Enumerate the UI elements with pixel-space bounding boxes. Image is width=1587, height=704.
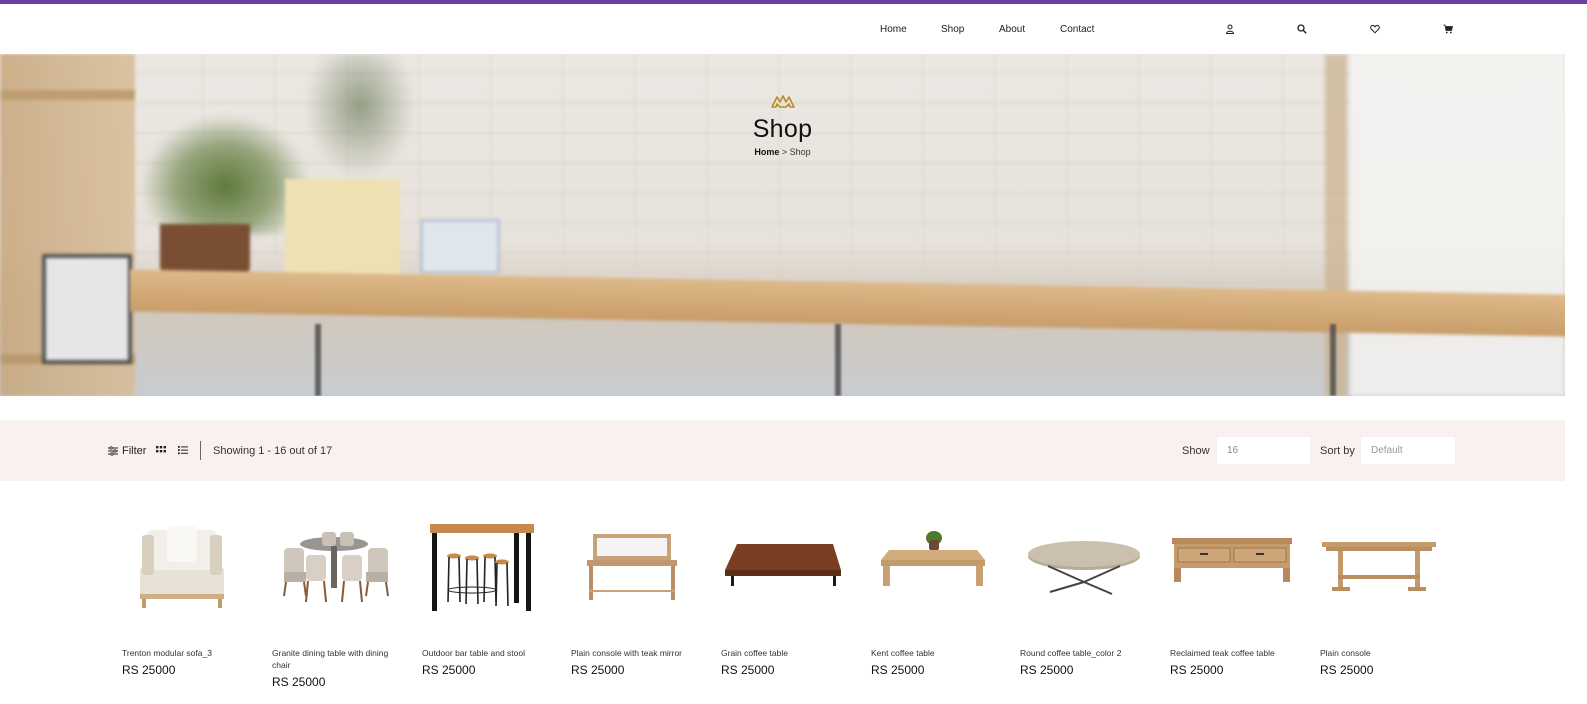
product-price: RS 25000 bbox=[1170, 663, 1224, 677]
product-name: Plain console with teak mirror bbox=[571, 648, 683, 658]
nav-shop-link[interactable]: Shop bbox=[941, 24, 964, 35]
user-icon[interactable] bbox=[1225, 4, 1235, 54]
page-title: Shop bbox=[752, 115, 813, 143]
product-price: RS 25000 bbox=[871, 663, 925, 677]
filter-button[interactable]: Filter bbox=[108, 420, 146, 481]
product-card[interactable]: Round coffee table_color 2 RS 25000 bbox=[1020, 520, 1150, 677]
hero-banner: Shop Home > Shop bbox=[0, 54, 1565, 396]
filter-toolbar: Filter Showing 1 - 16 out of 17 Show 16 … bbox=[0, 420, 1565, 481]
search-icon[interactable] bbox=[1297, 4, 1307, 54]
heart-icon[interactable] bbox=[1370, 4, 1380, 54]
product-image bbox=[587, 534, 677, 600]
product-card[interactable]: Granite dining table with dining chair R… bbox=[272, 520, 402, 689]
sort-label: Sort by bbox=[1320, 444, 1355, 457]
product-price: RS 25000 bbox=[272, 675, 326, 689]
product-name: Trenton modular sofa_3 bbox=[122, 648, 212, 658]
product-image bbox=[1028, 541, 1140, 595]
product-image bbox=[430, 524, 534, 611]
filter-sliders-icon bbox=[108, 445, 118, 456]
results-count: Showing 1 - 16 out of 17 bbox=[213, 444, 333, 457]
product-name: Grain coffee table bbox=[721, 648, 788, 658]
product-name: Round coffee table_color 2 bbox=[1020, 648, 1122, 658]
product-price: RS 25000 bbox=[122, 663, 176, 677]
product-name: Outdoor bar table and stool bbox=[422, 648, 526, 658]
product-card[interactable]: Reclaimed teak coffee table RS 25000 bbox=[1170, 520, 1300, 677]
list-view-icon[interactable] bbox=[178, 445, 188, 455]
product-price: RS 25000 bbox=[571, 663, 625, 677]
sort-select[interactable]: Default bbox=[1361, 437, 1455, 464]
product-card[interactable]: Kent coffee table RS 25000 bbox=[871, 520, 1001, 677]
nav-home-link[interactable]: Home bbox=[880, 24, 907, 35]
product-price: RS 25000 bbox=[1020, 663, 1074, 677]
brand-logo-icon bbox=[770, 95, 795, 108]
product-name: Granite dining table with dining chair bbox=[272, 648, 389, 670]
product-card[interactable]: Plain console RS 25000 bbox=[1320, 520, 1450, 677]
grid-view-icon[interactable] bbox=[156, 445, 166, 455]
product-price: RS 25000 bbox=[1320, 663, 1374, 677]
product-image bbox=[725, 544, 841, 586]
product-image bbox=[140, 526, 224, 608]
show-count-input[interactable]: 16 bbox=[1217, 437, 1310, 464]
breadcrumb: Home > Shop bbox=[0, 147, 1565, 157]
breadcrumb-separator: > bbox=[779, 147, 790, 157]
breadcrumb-home-link[interactable]: Home bbox=[754, 147, 779, 157]
product-name: Plain console bbox=[1320, 648, 1371, 658]
product-price: RS 25000 bbox=[721, 663, 775, 677]
product-image bbox=[1172, 538, 1292, 582]
show-label: Show bbox=[1182, 444, 1210, 457]
site-header: Home Shop About Contact bbox=[0, 4, 1587, 54]
product-card[interactable]: Trenton modular sofa_3 RS 25000 bbox=[122, 520, 252, 677]
product-price: RS 25000 bbox=[422, 663, 476, 677]
toolbar-divider bbox=[200, 441, 201, 460]
product-name: Kent coffee table bbox=[871, 648, 935, 658]
product-image bbox=[1322, 542, 1436, 591]
nav-contact-link[interactable]: Contact bbox=[1060, 24, 1094, 35]
breadcrumb-current: Shop bbox=[789, 147, 811, 157]
cart-icon[interactable] bbox=[1443, 4, 1453, 54]
product-card[interactable]: Plain console with teak mirror RS 25000 bbox=[571, 520, 701, 677]
product-image bbox=[283, 532, 389, 603]
product-card[interactable]: Outdoor bar table and stool RS 25000 bbox=[422, 520, 552, 677]
filter-label: Filter bbox=[122, 444, 147, 457]
product-image bbox=[881, 531, 985, 586]
product-card[interactable]: Grain coffee table RS 25000 bbox=[721, 520, 851, 677]
nav-about-link[interactable]: About bbox=[999, 24, 1025, 35]
product-name: Reclaimed teak coffee table bbox=[1170, 648, 1275, 658]
